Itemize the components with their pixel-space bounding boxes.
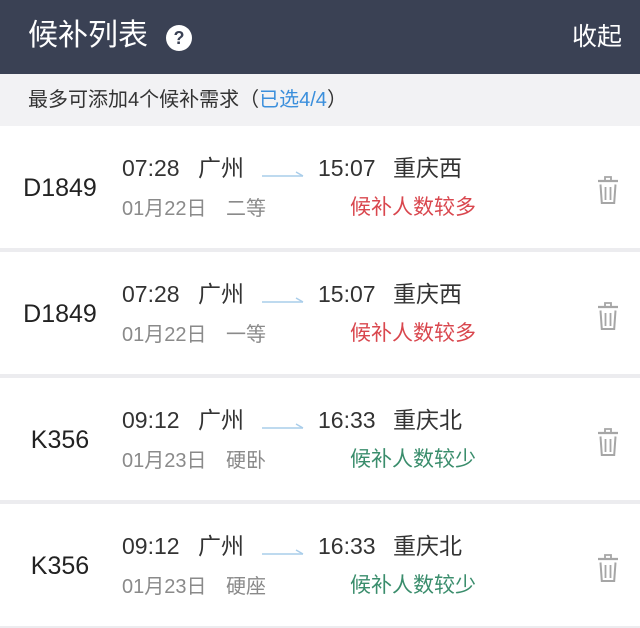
waitlist-limit-notice: 最多可添加4个候补需求（已选4/4） [0,74,640,126]
waitlist-status: 候补人数较多 [350,322,476,345]
seat-class: 硬卧 [226,450,266,472]
arrow-right-icon [262,166,304,177]
candidate-row: D1849 07:28 广州 15:07 重庆西 01月22日 二等 候补人数较… [0,126,640,248]
depart-station: 广州 [198,533,244,559]
travel-date: 01月23日 [122,450,207,472]
delete-candidate-button[interactable] [597,427,619,457]
depart-time: 07:28 [122,155,180,181]
arrive-station: 重庆北 [393,533,462,559]
train-number: K356 [30,552,90,580]
arrive-time: 16:33 [318,407,376,433]
delete-candidate-button[interactable] [597,301,619,331]
app-header: 候补列表 ? 收起 [0,0,640,74]
depart-station: 广州 [198,407,244,433]
trash-icon [598,302,618,330]
travel-date: 01月22日 [122,198,207,220]
candidate-row: K356 09:12 广州 16:33 重庆北 01月23日 硬座 候补人数较少 [0,504,640,626]
trash-icon [598,176,618,204]
seat-class: 一等 [226,324,266,346]
question-circle-icon[interactable]: ? [166,25,192,51]
train-number: K356 [30,426,90,454]
waitlist-status: 候补人数较多 [350,196,476,219]
notice-prefix: 最多可添加4个候补需求（ [28,89,260,111]
depart-time: 07:28 [122,281,180,307]
delete-candidate-button[interactable] [597,175,619,205]
depart-time: 09:12 [122,533,180,559]
collapse-button[interactable]: 收起 [572,17,622,57]
travel-date: 01月22日 [122,324,207,346]
train-number: D1849 [23,300,97,328]
arrow-right-icon [262,418,304,429]
selected-count: 已选4/4 [259,89,327,111]
depart-station: 广州 [198,155,244,181]
trash-icon [598,554,618,582]
train-number: D1849 [23,174,97,202]
waitlist-status: 候补人数较少 [350,574,476,597]
depart-station: 广州 [198,281,244,307]
arrive-station: 重庆西 [393,281,462,307]
delete-candidate-button[interactable] [597,553,619,583]
notice-suffix: ） [326,89,347,111]
seat-class: 硬座 [226,576,266,598]
arrive-station: 重庆北 [393,407,462,433]
waitlist-status: 候补人数较少 [350,448,476,471]
trash-icon [598,428,618,456]
arrow-right-icon [262,544,304,555]
seat-class: 二等 [226,198,266,220]
arrow-right-icon [262,292,304,303]
arrive-time: 15:07 [318,155,376,181]
notice-text: 最多可添加4个候补需求（已选4/4） [28,74,347,126]
travel-date: 01月23日 [122,576,207,598]
candidate-row: D1849 07:28 广州 15:07 重庆西 01月22日 一等 候补人数较… [0,252,640,374]
arrive-station: 重庆西 [393,155,462,181]
candidate-row: K356 09:12 广州 16:33 重庆北 01月23日 硬卧 候补人数较少 [0,378,640,500]
depart-time: 09:12 [122,407,180,433]
arrive-time: 15:07 [318,281,376,307]
arrive-time: 16:33 [318,533,376,559]
page-title: 候补列表 [28,19,148,52]
